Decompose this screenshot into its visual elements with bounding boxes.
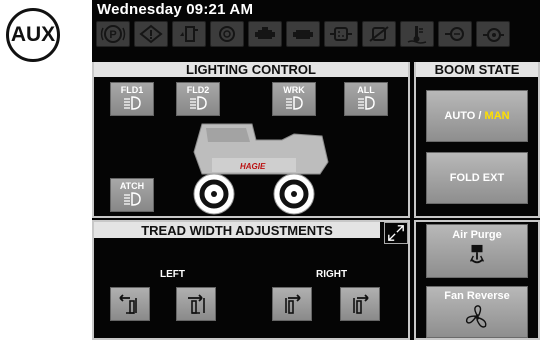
- fld1-light-button[interactable]: FLD1: [110, 82, 154, 116]
- all-lights-button[interactable]: ALL: [344, 82, 388, 116]
- man-label: MAN: [484, 110, 510, 122]
- headlight-icon: [124, 96, 141, 110]
- hydraulic-filter-icon: [445, 27, 464, 41]
- fld2-label: FLD2: [186, 85, 210, 95]
- tread-narrow-icon: [119, 294, 137, 314]
- air-purge-label: Air Purge: [452, 229, 502, 241]
- aux-badge: AUX: [6, 8, 60, 62]
- engine-check-indicator: [286, 21, 320, 47]
- tread-widen-icon: [188, 294, 205, 314]
- right-label: RIGHT: [316, 269, 348, 280]
- headlight-icon: [286, 96, 303, 110]
- atch-light-button[interactable]: ATCH: [110, 178, 154, 212]
- separator-label: /: [478, 110, 482, 122]
- coolant-temp-icon: [407, 26, 427, 44]
- svg-text:P: P: [109, 29, 116, 41]
- fold-ext-button[interactable]: FOLD EXT: [426, 152, 528, 204]
- left-tread-widen-button[interactable]: [176, 287, 216, 321]
- fld1-label: FLD1: [120, 85, 144, 95]
- headlight-icon: [190, 96, 207, 110]
- tread-narrow-icon: [285, 294, 301, 314]
- headlight-icon: [124, 192, 141, 206]
- fold-ext-label: FOLD EXT: [449, 172, 505, 184]
- auto-man-button[interactable]: AUTO / MAN: [426, 90, 528, 142]
- clock: Wednesday 09:21 AM: [97, 1, 254, 18]
- fld2-light-button[interactable]: FLD2: [176, 82, 220, 116]
- fan-icon: [465, 305, 487, 328]
- warning-triangle-icon: [139, 24, 163, 44]
- coolant-temp-indicator: [400, 21, 434, 47]
- expand-button[interactable]: [384, 222, 408, 244]
- left-tread-narrow-button[interactable]: [110, 287, 150, 321]
- atch-label: ATCH: [119, 181, 145, 191]
- transmission-indicator: [210, 21, 244, 47]
- lighting-control-title: LIGHTING CONTROL: [94, 62, 408, 77]
- warning-indicator: [134, 21, 168, 47]
- tread-widen-icon: [353, 294, 369, 314]
- vehicle-brand-label: HAGIE: [240, 162, 266, 171]
- air-purge-icon: [469, 244, 485, 264]
- wrk-light-button[interactable]: WRK: [272, 82, 316, 116]
- boom-state-title: BOOM STATE: [416, 62, 538, 77]
- wrk-label: WRK: [283, 85, 305, 95]
- exhaust-filter-off-icon: [369, 26, 389, 42]
- tread-width-panel: [92, 220, 410, 340]
- sprayer-vehicle-icon: HAGIE: [193, 123, 329, 215]
- fan-reverse-button[interactable]: Fan Reverse: [426, 286, 528, 338]
- expand-icon: [388, 225, 404, 241]
- transmission-icon: [219, 26, 235, 42]
- oil-pressure-indicator: [476, 21, 510, 47]
- air-purge-button[interactable]: Air Purge: [426, 224, 528, 278]
- exhaust-filter-icon: [330, 27, 352, 41]
- left-label: LEFT: [160, 269, 185, 280]
- all-label: ALL: [357, 85, 375, 95]
- fuel-water-icon: [180, 26, 198, 42]
- right-tread-widen-button[interactable]: [340, 287, 380, 321]
- parking-brake-icon: P: [100, 25, 126, 43]
- oil-pressure-icon: [483, 28, 504, 42]
- tread-width-title: TREAD WIDTH ADJUSTMENTS: [94, 222, 380, 238]
- engine-indicator: [248, 21, 282, 47]
- fuel-water-indicator: [172, 21, 206, 47]
- exhaust-filter-off-indicator: [362, 21, 396, 47]
- hydraulic-filter-indicator: [438, 21, 472, 47]
- headlight-icon: [358, 96, 375, 110]
- exhaust-filter-indicator: [324, 21, 358, 47]
- parking-brake-indicator: P: [96, 21, 130, 47]
- right-tread-narrow-button[interactable]: [272, 287, 312, 321]
- engine-check-icon: [293, 30, 313, 39]
- auto-label: AUTO: [444, 110, 476, 122]
- fan-reverse-label: Fan Reverse: [444, 290, 510, 302]
- engine-icon: [255, 27, 275, 39]
